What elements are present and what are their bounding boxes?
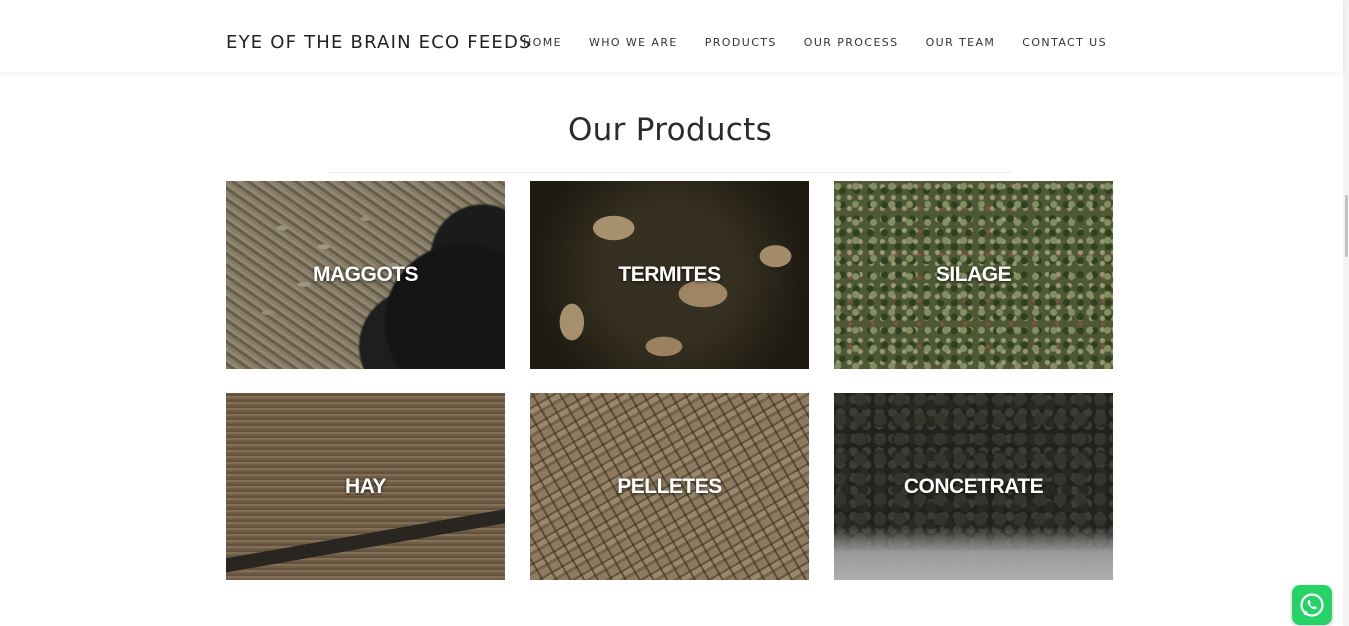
- product-label: HAY: [345, 474, 386, 498]
- main-nav: HOME WHO WE ARE PRODUCTS OUR PROCESS OUR…: [496, 36, 1107, 49]
- whatsapp-chat-button[interactable]: [1292, 585, 1332, 625]
- product-label: TERMITES: [618, 263, 721, 286]
- product-label: MAGGOTS: [313, 263, 419, 286]
- site-logo-text[interactable]: EYE OF THE BRAIN ECO FEEDS: [226, 32, 532, 53]
- product-card-pellets[interactable]: PELLETES: [530, 393, 809, 580]
- product-card-termites[interactable]: TERMITES: [530, 181, 809, 369]
- product-label: PELLETES: [617, 474, 722, 498]
- section-title: Our Products: [567, 112, 773, 148]
- nav-home[interactable]: HOME: [523, 36, 562, 49]
- title-divider: [328, 172, 1012, 173]
- nav-products[interactable]: PRODUCTS: [705, 36, 777, 49]
- whatsapp-icon: [1300, 593, 1324, 617]
- nav-our-process[interactable]: OUR PROCESS: [804, 36, 899, 49]
- scrollbar-thumb[interactable]: [1345, 195, 1348, 257]
- product-card-hay[interactable]: HAY: [226, 393, 505, 580]
- product-card-concentrate[interactable]: CONCETRATE: [834, 393, 1113, 580]
- product-label: CONCETRATE: [903, 474, 1044, 498]
- nav-who-we-are[interactable]: WHO WE ARE: [589, 36, 678, 49]
- site-header: EYE OF THE BRAIN ECO FEEDS HOME WHO WE A…: [0, 0, 1343, 72]
- product-label: SILAGE: [935, 263, 1012, 286]
- nav-contact-us[interactable]: CONTACT US: [1022, 36, 1107, 49]
- page-scrollbar[interactable]: [1343, 0, 1349, 626]
- product-card-maggots[interactable]: MAGGOTS: [226, 181, 505, 369]
- nav-our-team[interactable]: OUR TEAM: [926, 36, 996, 49]
- product-card-silage[interactable]: SILAGE: [834, 181, 1113, 369]
